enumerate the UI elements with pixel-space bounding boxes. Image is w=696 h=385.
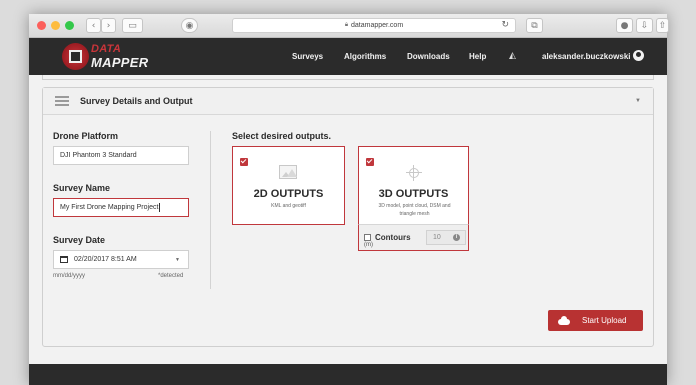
survey-details-panel: Survey Details and Output ▼ xyxy=(42,87,654,347)
output-2d-subtitle: KML and geotiff xyxy=(271,203,306,209)
close-window-button[interactable] xyxy=(37,21,46,30)
reader-icon: ⧉ xyxy=(531,20,538,31)
output-card-2d[interactable]: 2D OUTPUTS KML and geotiff xyxy=(232,146,345,225)
drone-3d-icon xyxy=(406,165,422,181)
share-icon: ⇧ xyxy=(658,20,667,31)
contours-label: Contours xyxy=(375,233,411,242)
contours-row: Contours (m) 10 i xyxy=(358,224,469,251)
info-icon: ● xyxy=(620,20,629,31)
survey-date-label: Survey Date xyxy=(53,235,106,245)
minimize-window-button[interactable] xyxy=(51,21,60,30)
share-button[interactable]: ⇧ xyxy=(656,18,669,33)
panel-title: Survey Details and Output xyxy=(80,96,193,106)
previous-panel-edge xyxy=(42,75,654,80)
user-avatar-icon[interactable] xyxy=(633,50,644,61)
start-upload-button[interactable]: Start Upload xyxy=(548,310,643,331)
chevron-left-icon: ‹ xyxy=(91,20,96,31)
nav-algorithms[interactable]: Algorithms xyxy=(344,38,386,75)
output-3d-subtitle-line1: 3D model, point cloud, DSM and xyxy=(378,203,451,209)
output-3d-checkbox[interactable] xyxy=(366,158,374,166)
info-button[interactable]: ● xyxy=(616,18,633,33)
chevron-right-icon: › xyxy=(106,20,111,31)
output-3d-title: 3D OUTPUTS xyxy=(378,188,449,200)
output-card-3d[interactable]: 3D OUTPUTS 3D model, point cloud, DSM an… xyxy=(358,146,469,225)
column-divider xyxy=(210,131,211,289)
survey-name-label: Survey Name xyxy=(53,183,111,193)
sidebar-toggle-button[interactable]: ▭ xyxy=(122,18,143,33)
window-controls xyxy=(37,21,74,30)
calendar-icon xyxy=(60,256,68,263)
contours-interval-input[interactable]: 10 i xyxy=(426,230,466,245)
app-header: DATA MAPPER Surveys Algorithms Downloads… xyxy=(29,38,667,75)
survey-date-picker[interactable]: 02/20/2017 8:51 AM ▼ xyxy=(53,250,189,269)
address-bar[interactable]: 🔒︎ datamapper.com ↻ xyxy=(232,18,516,33)
lock-icon: 🔒︎ xyxy=(344,22,349,28)
url-text: datamapper.com xyxy=(351,22,404,29)
info-icon[interactable]: i xyxy=(453,234,460,241)
page-footer xyxy=(29,364,667,385)
contours-unit: (m) xyxy=(364,242,373,248)
chevron-down-icon[interactable]: ▼ xyxy=(635,98,641,104)
drone-platform-label: Drone Platform xyxy=(53,131,119,141)
back-button[interactable]: ‹ xyxy=(86,18,101,33)
date-detected-hint: *detected xyxy=(158,273,184,279)
sidebar-icon: ▭ xyxy=(128,20,137,31)
download-button[interactable]: ⇩ xyxy=(636,18,653,33)
nav-help[interactable]: Help xyxy=(469,38,486,75)
download-icon: ⇩ xyxy=(640,20,649,31)
browser-toolbar: ‹ › ▭ ◉ 🔒︎ datamapper.com ↻ ⧉ ● ⇩ ⇧ xyxy=(29,14,669,38)
chevron-down-icon: ▼ xyxy=(175,256,180,263)
shield-button[interactable]: ◉ xyxy=(181,18,198,33)
shield-icon: ◉ xyxy=(185,20,194,31)
user-name[interactable]: aleksander.buczkowski xyxy=(542,52,631,61)
panel-header[interactable]: Survey Details and Output ▼ xyxy=(43,88,653,115)
notifications-icon[interactable]: ◭ xyxy=(509,51,516,61)
cloud-upload-icon xyxy=(558,316,570,325)
outputs-heading: Select desired outputs. xyxy=(232,131,332,141)
date-format-hint: mm/dd/yyyy xyxy=(53,273,86,279)
output-3d-subtitle-line2: triangle mesh xyxy=(399,210,430,217)
brand-logo-icon[interactable] xyxy=(62,43,89,70)
text-cursor xyxy=(159,203,161,212)
reader-button[interactable]: ⧉ xyxy=(526,18,543,33)
output-3d-subtitle: 3D model, point cloud, DSM and triangle … xyxy=(367,203,462,218)
nav-surveys[interactable]: Surveys xyxy=(292,38,323,75)
survey-name-input[interactable]: My First Drone Mapping Project xyxy=(53,198,189,217)
forward-button[interactable]: › xyxy=(101,18,116,33)
output-2d-checkbox[interactable] xyxy=(240,158,248,166)
list-icon xyxy=(55,96,69,106)
output-2d-title: 2D OUTPUTS xyxy=(253,188,324,200)
brand-wordmark[interactable]: DATA MAPPER xyxy=(91,44,148,70)
image-icon xyxy=(279,165,297,179)
contours-checkbox[interactable] xyxy=(364,234,371,241)
drone-platform-field[interactable]: DJI Phantom 3 Standard xyxy=(53,146,189,165)
reload-icon[interactable]: ↻ xyxy=(501,20,509,30)
zoom-window-button[interactable] xyxy=(65,21,74,30)
nav-downloads[interactable]: Downloads xyxy=(407,38,450,75)
